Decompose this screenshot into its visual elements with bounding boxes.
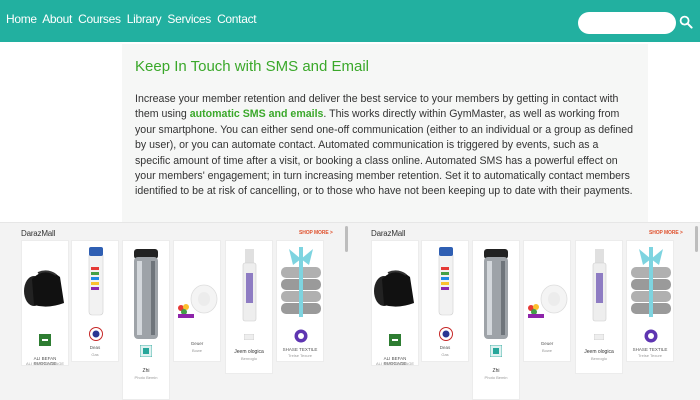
ad-shop-all-link[interactable]: SHOP MORE > [299,230,333,236]
brand-logo [140,345,152,357]
product-image [125,243,167,343]
product-card[interactable]: Zhi Photo Bemin [472,240,520,400]
product-subtitle: Photo Bemin [484,375,508,380]
intro-text-end: . This works directly within GymMaster, … [135,108,634,198]
ad-scrollbar[interactable] [695,226,698,252]
brand-logo [594,334,604,340]
product-subtitle: Trelse Texure [287,353,312,358]
intro-paragraph: Increase your member retention and deliv… [135,92,635,200]
product-image [74,243,116,327]
product-card[interactable]: Deas Gas [421,240,469,362]
ad-banner-right[interactable]: DarazMall SHOP MORE > ALI BEFAN SUGGAGE … [350,222,700,400]
product-name: Deas [89,345,101,350]
ad-banner-left[interactable]: DarazMall SHOP MORE > ALI BEFAN SUGGAGE … [0,222,350,400]
product-card[interactable]: Zhi Photo Bemin [122,240,170,400]
product-name: Jeem ologica [584,349,614,355]
product-name: Geuer [190,341,204,346]
product-card[interactable]: ALI BEFAN SUGGAGE ALI SPRINGIGNAGE [21,240,69,366]
brand-logo [528,304,544,318]
product-card[interactable]: Geuer Bowe [173,240,221,362]
product-subtitle: Photo Bemin [134,375,158,380]
product-card[interactable]: Jeem ologica Benroglo [575,240,623,374]
search-input[interactable] [578,12,676,34]
product-subtitle: Benroglo [590,356,607,361]
product-image [279,243,321,327]
nav-services-link[interactable]: Services [167,12,211,26]
brand-logo [39,334,51,346]
product-image [374,243,416,327]
main-nav: Home About Courses Library Services Cont… [6,12,259,26]
product-card[interactable]: SHASE TEXTILE Trelse Texure [276,240,324,362]
brand-logo [490,345,502,357]
nav-about-link[interactable]: About [42,12,72,26]
product-image [228,243,270,327]
product-subtitle: Benroglo [240,356,257,361]
product-name: Zhi [492,368,500,374]
brand-logo [244,334,254,340]
brand-logo [294,329,308,343]
product-subtitle: ALI SPRINGIGNAGE [25,361,64,366]
product-name: SHASE TEXTILE [282,347,318,352]
product-name: SHASE TEXTILE [632,347,668,352]
product-card[interactable]: Geuer Bowe [523,240,571,362]
product-name: Jeem ologica [234,349,264,355]
product-subtitle: Trelse Texure [637,353,662,358]
search-icon[interactable] [679,15,693,29]
product-image [424,243,466,327]
brand-logo [439,327,453,341]
brand-logo [89,327,103,341]
product-name: Zhi [142,368,150,374]
product-subtitle: Gas [91,352,99,357]
nav-courses-link[interactable]: Courses [78,12,121,26]
product-name: Geuer [540,341,554,346]
brand-logo [644,329,658,343]
sms-email-link[interactable]: automatic SMS and emails [190,108,324,120]
ad-scrollbar[interactable] [345,226,348,252]
product-image [629,243,671,327]
product-image [578,243,620,327]
page-title: Keep In Touch with SMS and Email [135,58,370,75]
product-name: Deas [439,345,451,350]
product-image [24,243,66,327]
product-card[interactable]: Deas Gas [71,240,119,362]
product-subtitle: ALI SPRINGIGNAGE [375,361,414,366]
product-card[interactable]: ALI BEFAN SUGGAGE ALI SPRINGIGNAGE [371,240,419,366]
ad-brand: DarazMall [371,229,406,238]
product-card[interactable]: Jeem ologica Benroglo [225,240,273,374]
product-image [475,243,517,343]
top-navbar: Home About Courses Library Services Cont… [0,0,700,42]
nav-contact-link[interactable]: Contact [217,12,257,26]
product-subtitle: Bowe [191,348,202,353]
ad-shop-all-link[interactable]: SHOP MORE > [649,230,683,236]
nav-library-link[interactable]: Library [127,12,162,26]
product-subtitle: Gas [441,352,449,357]
product-card[interactable]: SHASE TEXTILE Trelse Texure [626,240,674,362]
ad-brand: DarazMall [21,229,56,238]
brand-logo [389,334,401,346]
nav-home-link[interactable]: Home [6,12,37,26]
brand-logo [178,304,194,318]
product-subtitle: Bowe [541,348,552,353]
